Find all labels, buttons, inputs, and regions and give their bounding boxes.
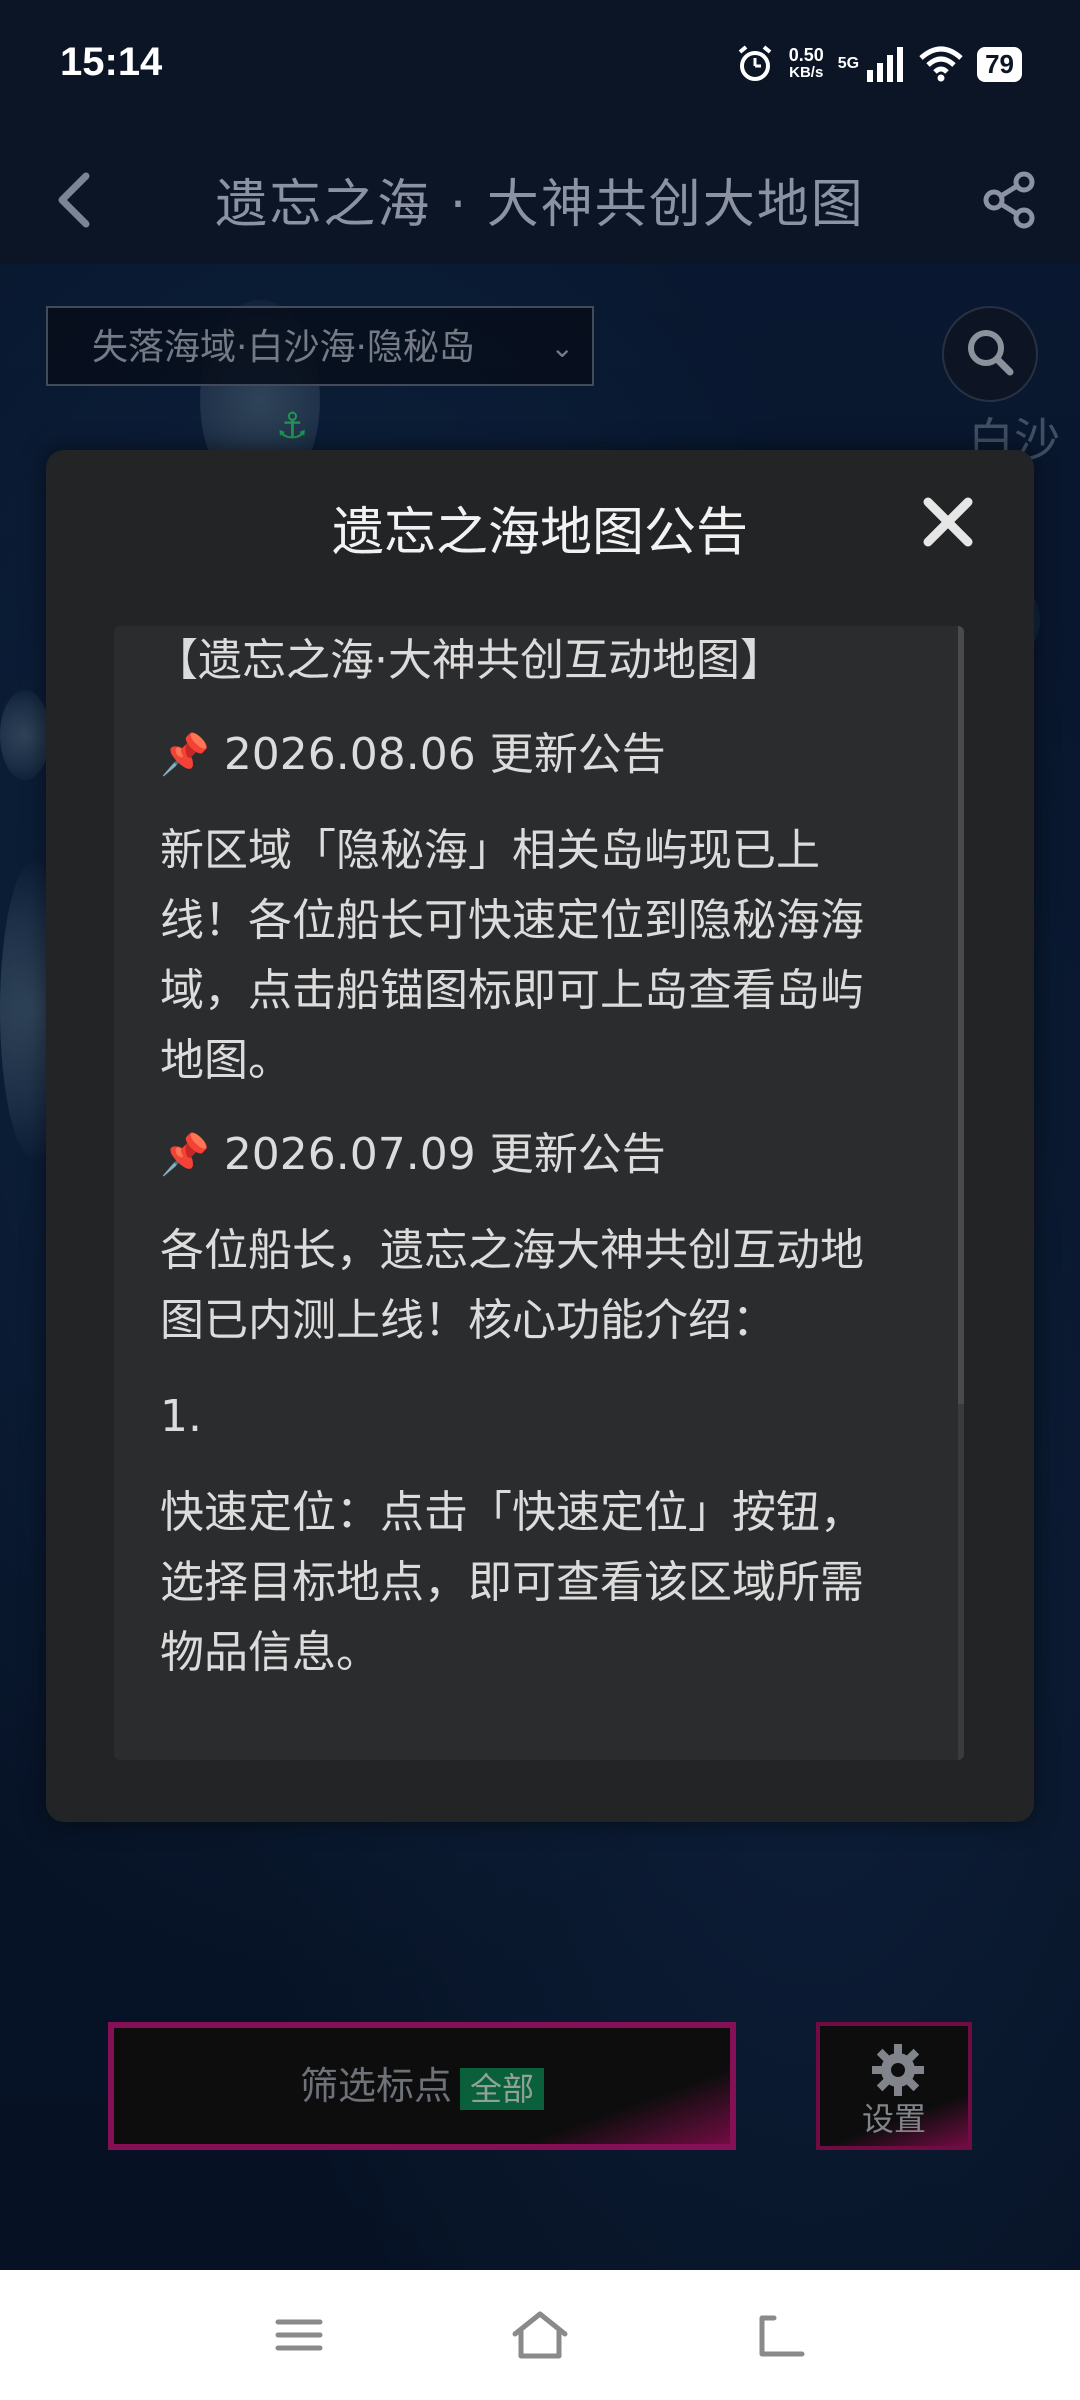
- text-line: 物品信息。: [160, 1627, 380, 1678]
- update-date-line: 📌 2026.07.09 更新公告: [160, 1120, 930, 1190]
- pushpin-icon: 📌: [160, 732, 210, 778]
- title-bar: 遗忘之海 · 大神共创大地图: [0, 134, 1080, 264]
- share-button[interactable]: [970, 160, 1050, 240]
- network-type: 5G: [837, 55, 860, 72]
- alarm-icon: [738, 45, 771, 81]
- back-nav-button[interactable]: [746, 2300, 816, 2370]
- share-icon: [983, 171, 1035, 229]
- text-line: 新区域「隐秘海」相关岛屿现已上: [160, 825, 820, 876]
- net-speed-value: 0.50: [788, 45, 824, 65]
- text-line: 线！各位船长可快速定位到隐秘海海: [160, 895, 864, 946]
- status-icons: 0.50 KB/s 5G 79: [735, 44, 1022, 84]
- text-line: 快速定位：点击「快速定位」按钮，: [160, 1487, 864, 1538]
- close-button[interactable]: [918, 492, 978, 552]
- update-date-title: 2026.08.06 更新公告: [223, 729, 666, 780]
- page-title: 遗忘之海 · 大神共创大地图: [215, 175, 865, 235]
- scrollbar-thumb[interactable]: [958, 626, 964, 1404]
- menu-icon: [275, 2319, 323, 2351]
- screen: ⚓ 白沙 失落海域·白沙海·隐秘岛 ⌄ 筛选标点 全部 设置 15:14 0.5…: [0, 0, 1080, 2400]
- text-line: 图已内测上线！核心功能介绍：: [160, 1295, 776, 1346]
- status-time: 15:14: [60, 40, 163, 84]
- text-line: 地图。: [160, 1035, 292, 1086]
- close-icon: [923, 497, 973, 547]
- list-number: 1.: [160, 1391, 202, 1442]
- home-button[interactable]: [505, 2300, 575, 2370]
- announcement-modal: 遗忘之海地图公告 【遗忘之海·大神共创互动地图】 📌 2026.08.06 更新…: [46, 450, 1034, 1822]
- announcement-heading: 【遗忘之海·大神共创互动地图】: [154, 635, 784, 686]
- menu-button[interactable]: [264, 2300, 334, 2370]
- modal-title: 遗忘之海地图公告: [331, 503, 748, 563]
- update-date-title: 2026.07.09 更新公告: [223, 1129, 666, 1180]
- text-line: 选择目标地点，即可查看该区域所需: [160, 1557, 864, 1608]
- status-bar: 15:14 0.50 KB/s 5G 79: [0, 0, 1080, 134]
- wifi-icon: [919, 46, 963, 82]
- home-icon: [512, 2311, 568, 2359]
- system-nav-bar: [0, 2270, 1080, 2400]
- pushpin-icon: 📌: [160, 1132, 210, 1178]
- text-line: 各位船长，遗忘之海大神共创互动地: [160, 1225, 864, 1276]
- back-nav-icon: [759, 2315, 805, 2357]
- battery-indicator: 79: [977, 46, 1022, 82]
- update-date-line: 📌 2026.08.06 更新公告: [160, 720, 930, 790]
- net-speed-unit: KB/s: [789, 64, 824, 81]
- network-speed: 0.50 KB/s: [789, 46, 824, 82]
- announcement-text: 【遗忘之海·大神共创互动地图】 📌 2026.08.06 更新公告 新区域「隐秘…: [154, 626, 930, 1688]
- text-line: 域，点击船锚图标即可上岛查看岛屿: [160, 965, 864, 1016]
- announcement-content[interactable]: 【遗忘之海·大神共创互动地图】 📌 2026.08.06 更新公告 新区域「隐秘…: [114, 626, 964, 1760]
- signal-icon: [867, 47, 904, 82]
